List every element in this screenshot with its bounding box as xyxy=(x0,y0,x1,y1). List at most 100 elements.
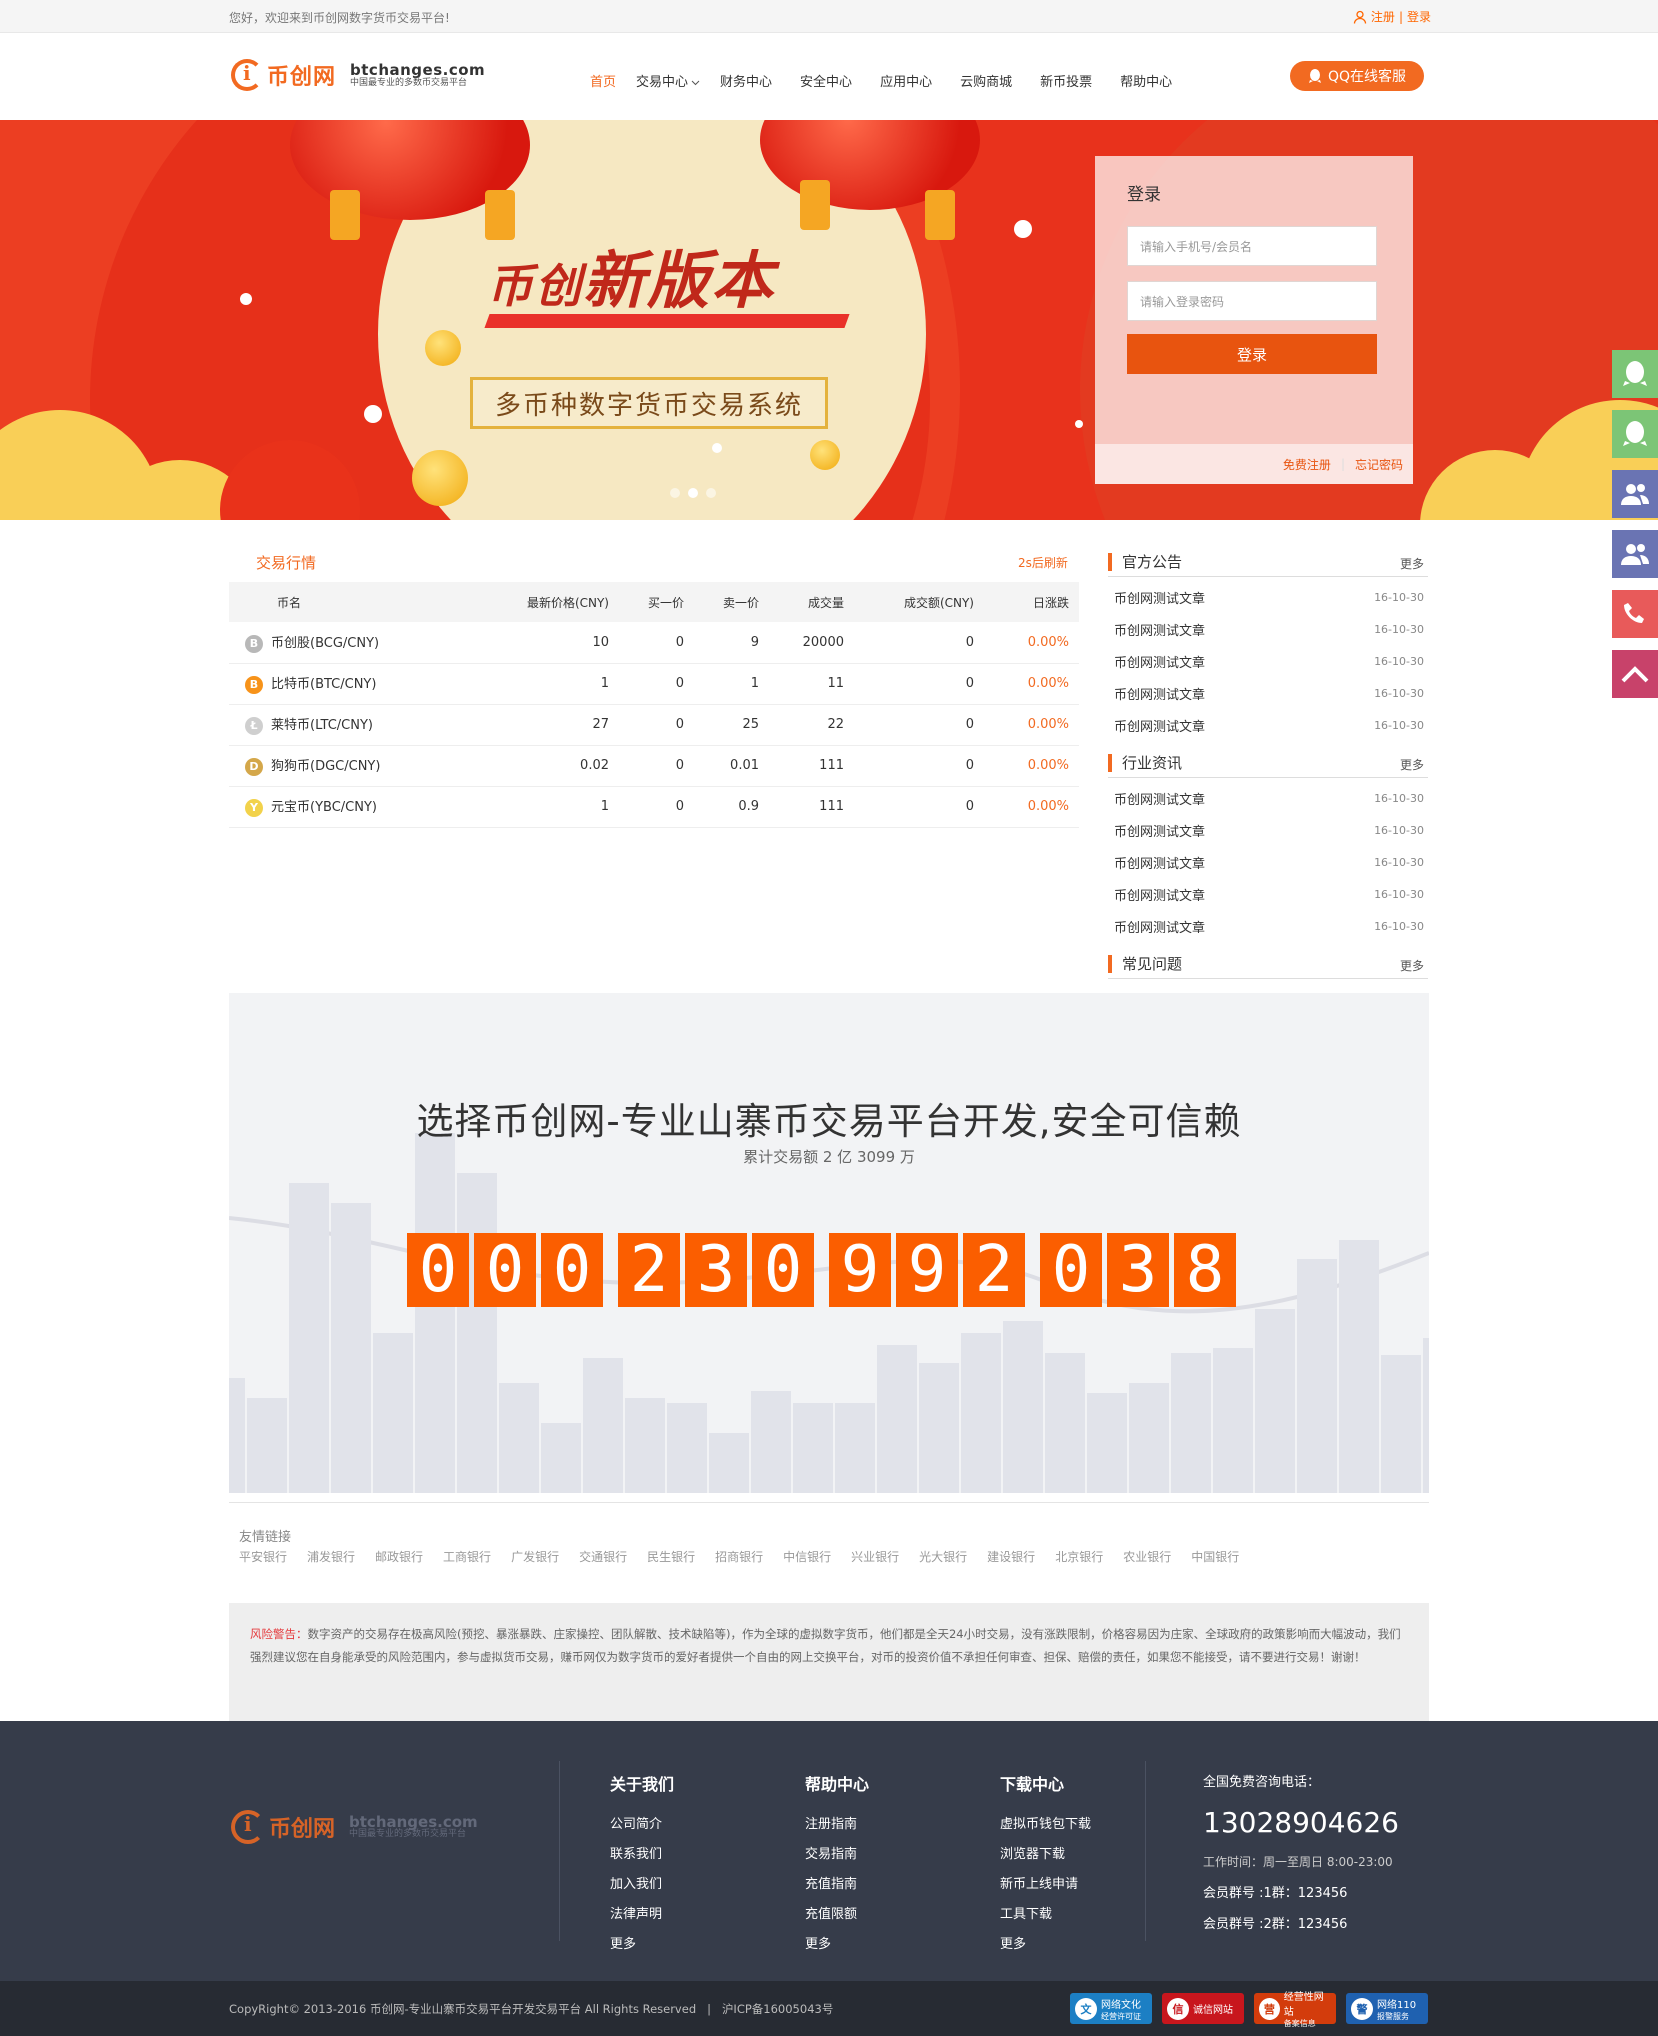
chevron-down-icon xyxy=(691,80,700,86)
footer-link[interactable]: 工具下载 xyxy=(1000,1903,1091,1933)
skyline-bar xyxy=(373,1333,413,1493)
slide-dot[interactable] xyxy=(706,488,716,498)
site-logo[interactable]: 币创网 btchanges.com 中国最专业的多数币交易平台 xyxy=(231,59,485,91)
market-table: 币名 最新价格(CNY) 买一价 卖一价 成交量 成交额(CNY) 日涨跌 B币… xyxy=(229,582,1079,828)
col-volume: 成交量 xyxy=(769,582,854,622)
col-amount: 成交额(CNY) xyxy=(854,582,984,622)
footer-link[interactable]: 新币上线申请 xyxy=(1000,1873,1091,1903)
more-link[interactable]: 更多 xyxy=(1400,555,1424,572)
market-header-row: 币名 最新价格(CNY) 买一价 卖一价 成交量 成交额(CNY) 日涨跌 xyxy=(229,582,1079,622)
table-row[interactable]: Y 元宝币(YBC/CNY) 1 0 0.9 111 0 0.00% xyxy=(229,786,1079,828)
footer-link[interactable]: 更多 xyxy=(1000,1933,1091,1963)
list-item[interactable]: 币创网测试文章 16-10-30 xyxy=(1114,782,1424,814)
list-item[interactable]: 币创网测试文章 16-10-30 xyxy=(1114,814,1424,846)
friend-link[interactable]: 邮政银行 xyxy=(375,1548,423,1565)
nav-home[interactable]: 首页 xyxy=(590,71,616,90)
friend-link[interactable]: 光大银行 xyxy=(919,1548,967,1565)
skyline-bar xyxy=(229,1378,245,1493)
back-to-top-button[interactable] xyxy=(1612,650,1658,698)
skyline-bar xyxy=(1045,1353,1085,1493)
friend-link[interactable]: 招商银行 xyxy=(715,1548,763,1565)
friend-link[interactable]: 平安银行 xyxy=(239,1548,287,1565)
footer-link[interactable]: 公司简介 xyxy=(610,1813,674,1843)
table-row[interactable]: Ł 莱特币(LTC/CNY) 27 0 25 22 0 0.00% xyxy=(229,704,1079,746)
footer-link[interactable]: 更多 xyxy=(805,1933,869,1963)
friend-link[interactable]: 农业银行 xyxy=(1123,1548,1171,1565)
news-header-announcements: 官方公告 更多 xyxy=(1108,545,1428,577)
list-item[interactable]: 币创网测试文章 16-10-30 xyxy=(1114,846,1424,878)
more-link[interactable]: 更多 xyxy=(1400,957,1424,974)
logo-domain: btchanges.com xyxy=(350,60,486,79)
footer-logo[interactable]: 币创网 btchanges.com 中国最专业的多数币交易平台 xyxy=(231,1810,478,1844)
login-button[interactable]: 登录 xyxy=(1127,334,1377,374)
icp-number[interactable]: 沪ICP备16005043号 xyxy=(722,2002,833,2016)
footer-link[interactable]: 充值限额 xyxy=(805,1903,869,1933)
nav-help[interactable]: 帮助中心 xyxy=(1120,71,1172,90)
float-phone-button[interactable] xyxy=(1612,590,1658,638)
login-link[interactable]: 登录 xyxy=(1407,8,1431,25)
phone-number: 13028904626 xyxy=(1203,1806,1399,1839)
register-link[interactable]: 注册 xyxy=(1371,8,1395,25)
list-item[interactable]: 币创网测试文章 16-10-30 xyxy=(1114,677,1424,709)
nav-finance[interactable]: 财务中心 xyxy=(720,71,772,90)
slide-dot-active[interactable] xyxy=(688,488,698,498)
friend-link[interactable]: 中国银行 xyxy=(1191,1548,1239,1565)
password-input[interactable]: 请输入登录密码 xyxy=(1127,281,1377,321)
friend-link[interactable]: 工商银行 xyxy=(443,1548,491,1565)
float-qq-button[interactable] xyxy=(1612,410,1658,458)
nav-mall[interactable]: 云购商城 xyxy=(960,71,1012,90)
list-item[interactable]: 币创网测试文章 16-10-30 xyxy=(1114,645,1424,677)
risk-warning: 风险警告：数字资产的交易存在极高风险(预挖、暴涨暴跌、庄家操控、团队解散、技术缺… xyxy=(229,1603,1429,1721)
logo-tagline: 中国最专业的多数币交易平台 xyxy=(350,77,468,88)
friend-link[interactable]: 中信银行 xyxy=(783,1548,831,1565)
list-item[interactable]: 币创网测试文章 16-10-30 xyxy=(1114,878,1424,910)
footer-link[interactable]: 法律声明 xyxy=(610,1903,674,1933)
list-item[interactable]: 币创网测试文章 16-10-30 xyxy=(1114,910,1424,942)
friend-link[interactable]: 交通银行 xyxy=(579,1548,627,1565)
friend-link[interactable]: 建设银行 xyxy=(987,1548,1035,1565)
forgot-password-link[interactable]: 忘记密码 xyxy=(1355,456,1403,473)
logo-name: 币创网 xyxy=(267,65,337,90)
table-row[interactable]: B 比特币(BTC/CNY) 1 0 1 11 0 0.00% xyxy=(229,663,1079,705)
footer-link[interactable]: 交易指南 xyxy=(805,1843,869,1873)
qq-service-button[interactable]: QQ在线客服 xyxy=(1290,61,1424,91)
more-link[interactable]: 更多 xyxy=(1400,756,1424,773)
list-item[interactable]: 币创网测试文章 16-10-30 xyxy=(1114,709,1424,741)
username-input[interactable]: 请输入手机号/会员名 xyxy=(1127,226,1377,266)
nav-vote[interactable]: 新币投票 xyxy=(1040,71,1092,90)
friend-link[interactable]: 北京银行 xyxy=(1055,1548,1103,1565)
table-row[interactable]: B 币创股(BCG/CNY) 10 0 9 20000 0 0.00% xyxy=(229,622,1079,664)
footer-link[interactable]: 联系我们 xyxy=(610,1843,674,1873)
skyline-bar xyxy=(1171,1353,1211,1493)
culture-license-badge[interactable]: 文网络文化 经营许可证 xyxy=(1070,1993,1152,2024)
trusted-site-badge[interactable]: 信诚信网站 xyxy=(1162,1993,1244,2024)
footer-link[interactable]: 更多 xyxy=(610,1933,674,1963)
skyline-bar xyxy=(877,1345,917,1493)
friend-link[interactable]: 兴业银行 xyxy=(851,1548,899,1565)
nav-security[interactable]: 安全中心 xyxy=(800,71,852,90)
table-row[interactable]: D 狗狗币(DGC/CNY) 0.02 0 0.01 111 0 0.00% xyxy=(229,745,1079,787)
list-item[interactable]: 币创网测试文章 16-10-30 xyxy=(1114,613,1424,645)
friend-link[interactable]: 民生银行 xyxy=(647,1548,695,1565)
footer-link[interactable]: 浏览器下载 xyxy=(1000,1843,1091,1873)
digit-group: 230 xyxy=(618,1233,819,1307)
footer-link[interactable]: 加入我们 xyxy=(610,1873,674,1903)
footer-link[interactable]: 注册指南 xyxy=(805,1813,869,1843)
slide-dot[interactable] xyxy=(670,488,680,498)
police-110-badge[interactable]: 警网络110 报警服务 xyxy=(1346,1993,1428,2024)
float-qq-button[interactable] xyxy=(1612,350,1658,398)
footer-link[interactable]: 充值指南 xyxy=(805,1873,869,1903)
nav-trade[interactable]: 交易中心 xyxy=(636,71,700,90)
risk-warning-text: 数字资产的交易存在极高风险(预挖、暴涨暴跌、庄家操控、团队解散、技术缺陷等)，作… xyxy=(250,1627,1401,1664)
skyline-bar xyxy=(1003,1321,1043,1493)
list-item[interactable]: 币创网测试文章 16-10-30 xyxy=(1114,581,1424,613)
friend-link[interactable]: 浦发银行 xyxy=(307,1548,355,1565)
float-group-button[interactable] xyxy=(1612,470,1658,518)
friend-link[interactable]: 广发银行 xyxy=(511,1548,559,1565)
footer-link[interactable]: 虚拟币钱包下载 xyxy=(1000,1813,1091,1843)
free-register-link[interactable]: 免费注册 xyxy=(1283,456,1331,473)
auth-separator: | xyxy=(1398,9,1403,24)
business-site-badge[interactable]: 营经营性网站 备案信息 xyxy=(1254,1992,1336,2028)
float-group-button[interactable] xyxy=(1612,530,1658,578)
nav-apps[interactable]: 应用中心 xyxy=(880,71,932,90)
